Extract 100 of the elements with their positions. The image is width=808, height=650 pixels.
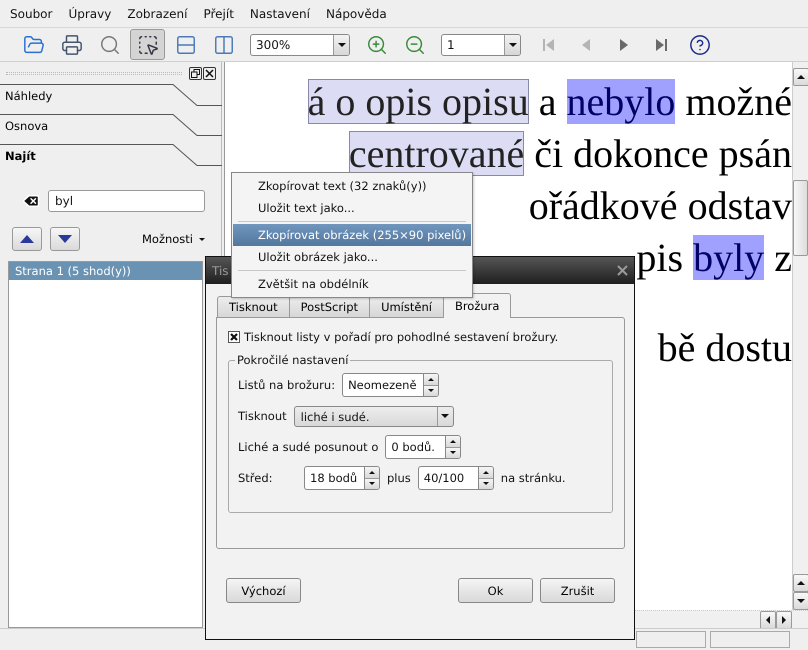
spin-field[interactable]: 0 bodů. [385, 435, 446, 459]
field-label: Listů na brožuru: [238, 378, 336, 392]
close-button[interactable] [203, 66, 216, 80]
scroll-down-button[interactable] [793, 592, 808, 610]
up-arrow-icon [428, 378, 434, 381]
document-text: možné [684, 79, 792, 124]
search-field[interactable]: byl [48, 190, 205, 212]
step-down-button[interactable] [424, 384, 438, 396]
document-text: z [773, 235, 792, 280]
checkbox[interactable] [228, 331, 240, 343]
magnifier-icon [98, 34, 120, 56]
menu-item[interactable]: Zobrazení [120, 4, 194, 22]
page-rows-icon [174, 34, 196, 56]
step-down-button[interactable] [365, 478, 379, 489]
dropdown-value: 300% [255, 36, 292, 54]
undock-button[interactable] [189, 66, 202, 80]
step-down-button[interactable] [446, 446, 460, 458]
tab[interactable]: Tisknout [217, 296, 290, 317]
scroll-up-button[interactable] [793, 68, 808, 86]
zoom-in-icon [366, 34, 388, 56]
last-page-icon [654, 36, 670, 52]
menu-item[interactable]: Zkopírovat text (32 znaků(y)) [233, 175, 471, 197]
sidebar-tab[interactable]: Najít [0, 144, 221, 174]
help-icon [688, 34, 710, 56]
menu-item[interactable]: Nápověda [318, 4, 394, 22]
document-text: bě dostu [658, 325, 792, 370]
menu-item[interactable]: Uložit obrázek jako... [233, 246, 471, 268]
close-icon [205, 68, 214, 78]
scroll-right-button[interactable] [776, 611, 792, 629]
document-text: či dokonce psán [533, 131, 792, 176]
search-highlight: nebylo [566, 79, 676, 124]
document-text: ořádkové odstav [528, 183, 792, 228]
selection-icon [136, 34, 158, 56]
down-arrow-icon [428, 389, 434, 392]
document-text: pis [636, 235, 684, 280]
up-arrow-icon [482, 470, 489, 474]
zoom-out-icon [404, 34, 426, 56]
checkbox-label: Tisknout listy v pořadí pro pohodlné sestavení brožury. [244, 330, 558, 344]
menu-item[interactable]: Zvětšit na obdélník [233, 273, 471, 295]
menu-item[interactable]: Přejít [196, 4, 241, 22]
sidebar-tab[interactable]: Náhledy [0, 84, 221, 114]
left-arrow-icon [766, 616, 770, 624]
printer-icon [60, 34, 82, 56]
down-arrow-icon [58, 235, 72, 243]
up-arrow-icon [450, 440, 456, 443]
field-label: Střed: [238, 471, 274, 485]
dialog-button[interactable]: Výchozí [226, 578, 301, 603]
up-arrow-icon [797, 581, 805, 585]
page-dropdown[interactable]: 1 [441, 34, 521, 56]
field-label: Tisknout [238, 409, 287, 423]
spin-field[interactable]: 40/100 [418, 466, 478, 490]
menu-item[interactable]: Nastavení [242, 4, 317, 22]
down-arrow-icon [450, 451, 456, 454]
menu-item[interactable]: Zkopírovat obrázek (255×90 pixelů) [233, 224, 471, 246]
step-up-button[interactable] [365, 467, 379, 478]
caret-icon [199, 238, 205, 240]
selected-text: centrované [348, 131, 524, 176]
down-arrow-icon [482, 482, 489, 486]
step-up-button[interactable] [424, 374, 438, 384]
menu-item[interactable]: Úpravy [61, 4, 118, 22]
previous-match-button[interactable] [12, 227, 42, 251]
toolbar-button[interactable] [130, 29, 165, 60]
dialog-button[interactable]: Ok [458, 578, 533, 603]
menu-item[interactable]: Soubor [3, 4, 60, 22]
dropdown-value: 1 [446, 36, 456, 54]
spin-field[interactable]: 18 bodů [304, 466, 364, 490]
close-icon [617, 265, 628, 276]
menu-item[interactable]: Uložit text jako... [233, 197, 471, 219]
tab[interactable]: Brožura [442, 293, 512, 318]
next-match-button[interactable] [50, 227, 80, 251]
selected-text: á o opis opisu [308, 79, 529, 124]
field-label: Liché a sudé posunout o [238, 440, 378, 454]
columns-icon [212, 34, 234, 56]
field-label: plus [387, 471, 411, 485]
scroll-up-button[interactable] [793, 574, 808, 592]
step-down-button[interactable] [478, 478, 493, 489]
scroll-left-button[interactable] [760, 611, 776, 629]
dropdown-value: liché i sudé. [300, 408, 371, 426]
options-button[interactable]: Možnosti [142, 232, 205, 246]
document-text: a [538, 79, 558, 124]
cross-icon [230, 333, 238, 341]
step-up-button[interactable] [446, 436, 460, 446]
scrollbar-thumb[interactable] [793, 180, 808, 256]
windows-icon [191, 68, 200, 78]
right-arrow-icon [782, 616, 786, 624]
clear-icon[interactable] [22, 192, 40, 210]
dropdown[interactable]: liché i sudé. [294, 406, 454, 426]
zoom-dropdown[interactable]: 300% [250, 34, 350, 56]
group-title: Pokročilé nastavení [236, 353, 350, 367]
window-title: Tis [212, 264, 229, 278]
folder-icon [22, 34, 44, 56]
status-field [636, 631, 706, 648]
sidebar-tab[interactable]: Osnova [0, 114, 221, 144]
up-arrow-icon [797, 75, 805, 79]
spin-field[interactable]: Neomezeně [342, 373, 423, 397]
field-label: na stránku. [500, 471, 566, 485]
down-arrow-icon [797, 599, 805, 603]
dialog-button[interactable]: Zrušit [540, 578, 615, 603]
down-arrow-icon [369, 482, 375, 486]
step-up-button[interactable] [478, 467, 493, 478]
